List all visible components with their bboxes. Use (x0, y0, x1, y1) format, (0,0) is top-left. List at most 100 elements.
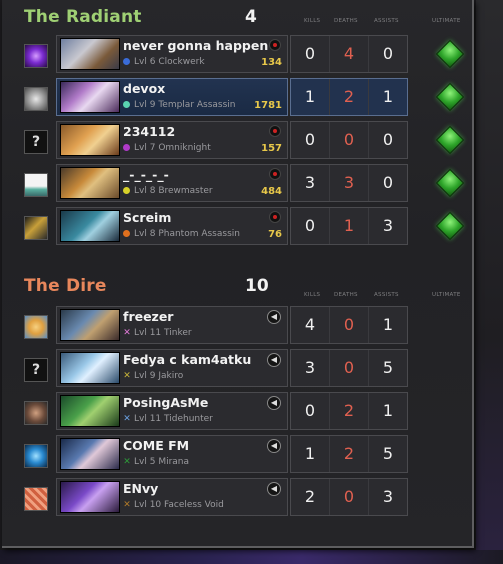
assists-value: 3 (382, 216, 394, 235)
speaker-icon[interactable]: ◀ (267, 353, 281, 367)
player-gold: 157 (261, 143, 282, 154)
deaths-value: 3 (329, 165, 369, 201)
phantom-assassin-portrait-icon (60, 210, 120, 242)
speaker-icon[interactable]: ◀ (267, 439, 281, 453)
hero-level: Lvl 7 (134, 143, 156, 153)
hero-name: Tidehunter (164, 414, 213, 424)
dire-player-row[interactable]: COME FM ✕ Lvl 5 Mirana ◀ 1 2 5 (2, 435, 474, 473)
radiant-player-row[interactable]: _-_-_-_- Lvl 8 Brewmaster 484 3 3 0 (2, 164, 474, 202)
dire-player-row[interactable]: freezer ✕ Lvl 11 Tinker ◀ 4 0 1 (2, 306, 474, 344)
kda-box: 2 0 3 (290, 478, 408, 516)
player-color-dot (123, 101, 130, 108)
ultimate-ready-icon (435, 39, 465, 69)
deaths-value: 2 (329, 393, 369, 429)
kills-value: 0 (304, 44, 316, 63)
hero-card[interactable]: _-_-_-_- Lvl 8 Brewmaster 484 (56, 164, 288, 202)
record-icon[interactable] (269, 125, 281, 137)
kda-box: 3 3 0 (290, 164, 408, 202)
hero-card[interactable]: Screim Lvl 8 Phantom Assassin 76 (56, 207, 288, 245)
hero-card[interactable]: 234112 Lvl 7 Omniknight 157 (56, 121, 288, 159)
hero-card[interactable]: PosingAsMe ✕ Lvl 11 Tidehunter ◀ (56, 392, 288, 430)
record-icon[interactable] (269, 168, 281, 180)
player-color-x: ✕ (123, 371, 131, 381)
landscape-avatar-icon[interactable] (24, 173, 48, 197)
assists-value: 1 (382, 315, 394, 334)
blonde-cartoon-avatar-icon[interactable] (24, 315, 48, 339)
hero-card[interactable]: Fedya c kam4atku ✕ Lvl 9 Jakiro ◀ (56, 349, 288, 387)
hero-level: Lvl 9 (134, 371, 156, 381)
hero-card[interactable]: COME FM ✕ Lvl 5 Mirana ◀ (56, 435, 288, 473)
hero-card[interactable]: ENvy ✕ Lvl 10 Faceless Void ◀ (56, 478, 288, 516)
statue-avatar-icon[interactable] (24, 87, 48, 111)
red-pattern-avatar-icon[interactable] (24, 487, 48, 511)
hero-level-line: ✕ Lvl 5 Mirana (123, 457, 189, 467)
suit-man-avatar-icon[interactable] (24, 216, 48, 240)
hero-level-line: Lvl 8 Brewmaster (123, 186, 213, 196)
player-gold: 76 (268, 229, 282, 240)
player-name: ENvy (123, 481, 159, 496)
player-name: devox (123, 81, 166, 96)
player-name: 234112 (123, 124, 176, 139)
jakiro-portrait-icon (60, 352, 120, 384)
radiant-player-row[interactable]: devox Lvl 9 Templar Assassin 1781 1 2 1 (2, 78, 474, 116)
kills-value: 2 (304, 487, 316, 506)
kills-value: 3 (304, 173, 316, 192)
question-avatar-icon[interactable]: ? (24, 358, 48, 382)
hero-card[interactable]: freezer ✕ Lvl 11 Tinker ◀ (56, 306, 288, 344)
radiant-player-row[interactable]: ? 234112 Lvl 7 Omniknight 157 0 0 0 (2, 121, 474, 159)
speaker-icon[interactable]: ◀ (267, 396, 281, 410)
radiant-player-row[interactable]: Screim Lvl 8 Phantom Assassin 76 0 1 3 (2, 207, 474, 245)
hero-name: Brewmaster (158, 186, 213, 196)
dire-deaths-header: DEATHS (334, 292, 358, 298)
dire-player-row[interactable]: ? Fedya c kam4atku ✕ Lvl 9 Jakiro ◀ 3 0 5 (2, 349, 474, 387)
clockwerk-portrait-icon (60, 38, 120, 70)
speaker-icon[interactable]: ◀ (267, 310, 281, 324)
assists-value: 1 (382, 87, 394, 106)
dire-assists-header: ASSISTS (374, 292, 399, 298)
blue-swirl-avatar-icon[interactable] (24, 444, 48, 468)
player-name: Screim (123, 210, 172, 225)
purple-figure-avatar-icon[interactable] (24, 44, 48, 68)
kda-box: 0 4 0 (290, 35, 408, 73)
player-gold: 134 (261, 57, 282, 68)
radiant-ultimate-header: ULTIMATE (432, 18, 461, 24)
speaker-icon[interactable]: ◀ (267, 482, 281, 496)
tinker-portrait-icon (60, 309, 120, 341)
dire-kills-header: KILLS (304, 292, 321, 298)
kda-box: 0 2 1 (290, 392, 408, 430)
hero-name: Omniknight (158, 143, 211, 153)
assists-value: 5 (382, 358, 394, 377)
player-gold: 484 (261, 186, 282, 197)
radiant-score: 4 (245, 7, 257, 27)
question-avatar-icon[interactable]: ? (24, 130, 48, 154)
radiant-kills-header: KILLS (304, 18, 321, 24)
hero-level-line: Lvl 8 Phantom Assassin (123, 229, 240, 239)
kda-box: 4 0 1 (290, 306, 408, 344)
ultimate-ready-icon (435, 125, 465, 155)
deaths-value: 2 (329, 79, 369, 115)
radiant-player-row[interactable]: never gonna happen Lvl 6 Clockwerk 134 0… (2, 35, 474, 73)
deaths-value: 0 (329, 479, 369, 515)
hero-level-line: ✕ Lvl 9 Jakiro (123, 371, 183, 381)
ultimate-ready-icon (435, 82, 465, 112)
hero-level-line: Lvl 6 Clockwerk (123, 57, 205, 67)
radiant-team-name: The Radiant (24, 7, 142, 27)
man-photo-avatar-icon[interactable] (24, 401, 48, 425)
hero-card[interactable]: never gonna happen Lvl 6 Clockwerk 134 (56, 35, 288, 73)
hero-name: Faceless Void (164, 500, 224, 510)
dire-player-row[interactable]: ENvy ✕ Lvl 10 Faceless Void ◀ 2 0 3 (2, 478, 474, 516)
record-icon[interactable] (269, 211, 281, 223)
hero-level: Lvl 11 (134, 328, 162, 338)
kda-box: 3 0 5 (290, 349, 408, 387)
hero-level-line: Lvl 9 Templar Assassin (123, 100, 236, 110)
tidehunter-portrait-icon (60, 395, 120, 427)
hero-name: Clockwerk (158, 57, 205, 67)
dire-player-row[interactable]: PosingAsMe ✕ Lvl 11 Tidehunter ◀ 0 2 1 (2, 392, 474, 430)
hero-card[interactable]: devox Lvl 9 Templar Assassin 1781 (56, 78, 288, 116)
hero-level: Lvl 8 (134, 186, 156, 196)
hero-level-line: ✕ Lvl 11 Tinker (123, 328, 191, 338)
record-icon[interactable] (269, 39, 281, 51)
background-strip-bottom (0, 550, 503, 564)
hero-level-line: ✕ Lvl 11 Tidehunter (123, 414, 213, 424)
kills-value: 1 (304, 87, 316, 106)
